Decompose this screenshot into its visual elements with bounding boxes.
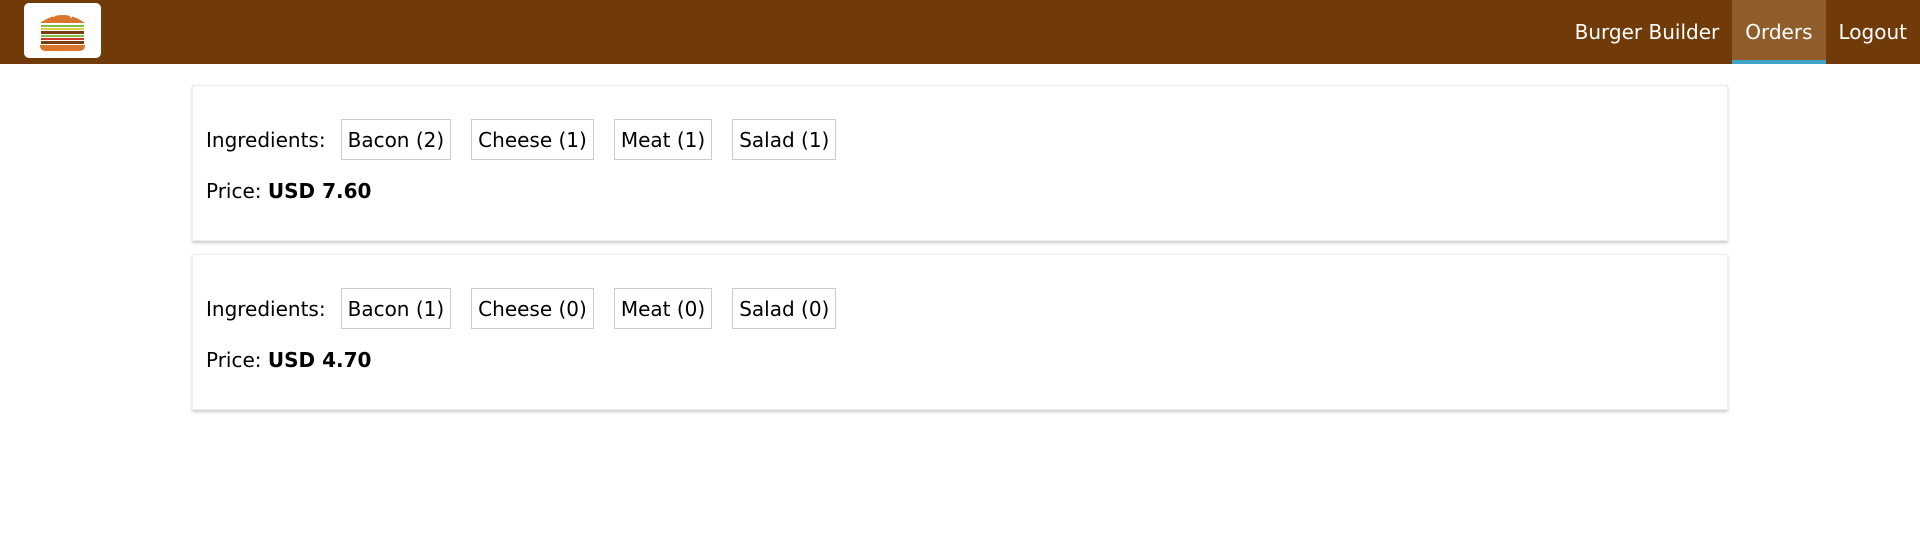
ingredient-chip: Meat (0) [613, 288, 713, 329]
ingredients-label: Ingredients: [206, 127, 326, 152]
main-nav: Burger Builder Orders Logout [1562, 0, 1920, 64]
ingredients-row: Ingredients: Bacon (2) Cheese (1) Meat (… [206, 119, 1714, 160]
price-row: Price: USD 7.60 [206, 179, 1714, 203]
toolbar: Burger Builder Orders Logout [0, 0, 1920, 64]
ingredient-chip: Meat (1) [613, 119, 713, 160]
nav-logout[interactable]: Logout [1826, 0, 1920, 64]
price-row: Price: USD 4.70 [206, 348, 1714, 372]
order-card: Ingredients: Bacon (1) Cheese (0) Meat (… [192, 254, 1728, 410]
ingredient-chip: Bacon (2) [340, 119, 452, 160]
ingredient-chip: Cheese (0) [471, 288, 594, 329]
ingredient-chip: Salad (1) [732, 119, 837, 160]
logo[interactable] [24, 3, 101, 58]
nav-burger-builder[interactable]: Burger Builder [1562, 0, 1733, 64]
price-label: Price: [206, 179, 262, 203]
ingredients-label: Ingredients: [206, 296, 326, 321]
burger-icon [40, 13, 85, 51]
ingredients-row: Ingredients: Bacon (1) Cheese (0) Meat (… [206, 288, 1714, 329]
ingredient-chip: Salad (0) [732, 288, 837, 329]
price-value: USD 4.70 [267, 348, 372, 372]
price-value: USD 7.60 [267, 179, 372, 203]
order-card: Ingredients: Bacon (2) Cheese (1) Meat (… [192, 85, 1728, 241]
nav-orders[interactable]: Orders [1732, 0, 1826, 64]
ingredient-chip: Bacon (1) [340, 288, 452, 329]
price-label: Price: [206, 348, 262, 372]
ingredient-chip: Cheese (1) [471, 119, 594, 160]
orders-list: Ingredients: Bacon (2) Cheese (1) Meat (… [192, 85, 1728, 423]
